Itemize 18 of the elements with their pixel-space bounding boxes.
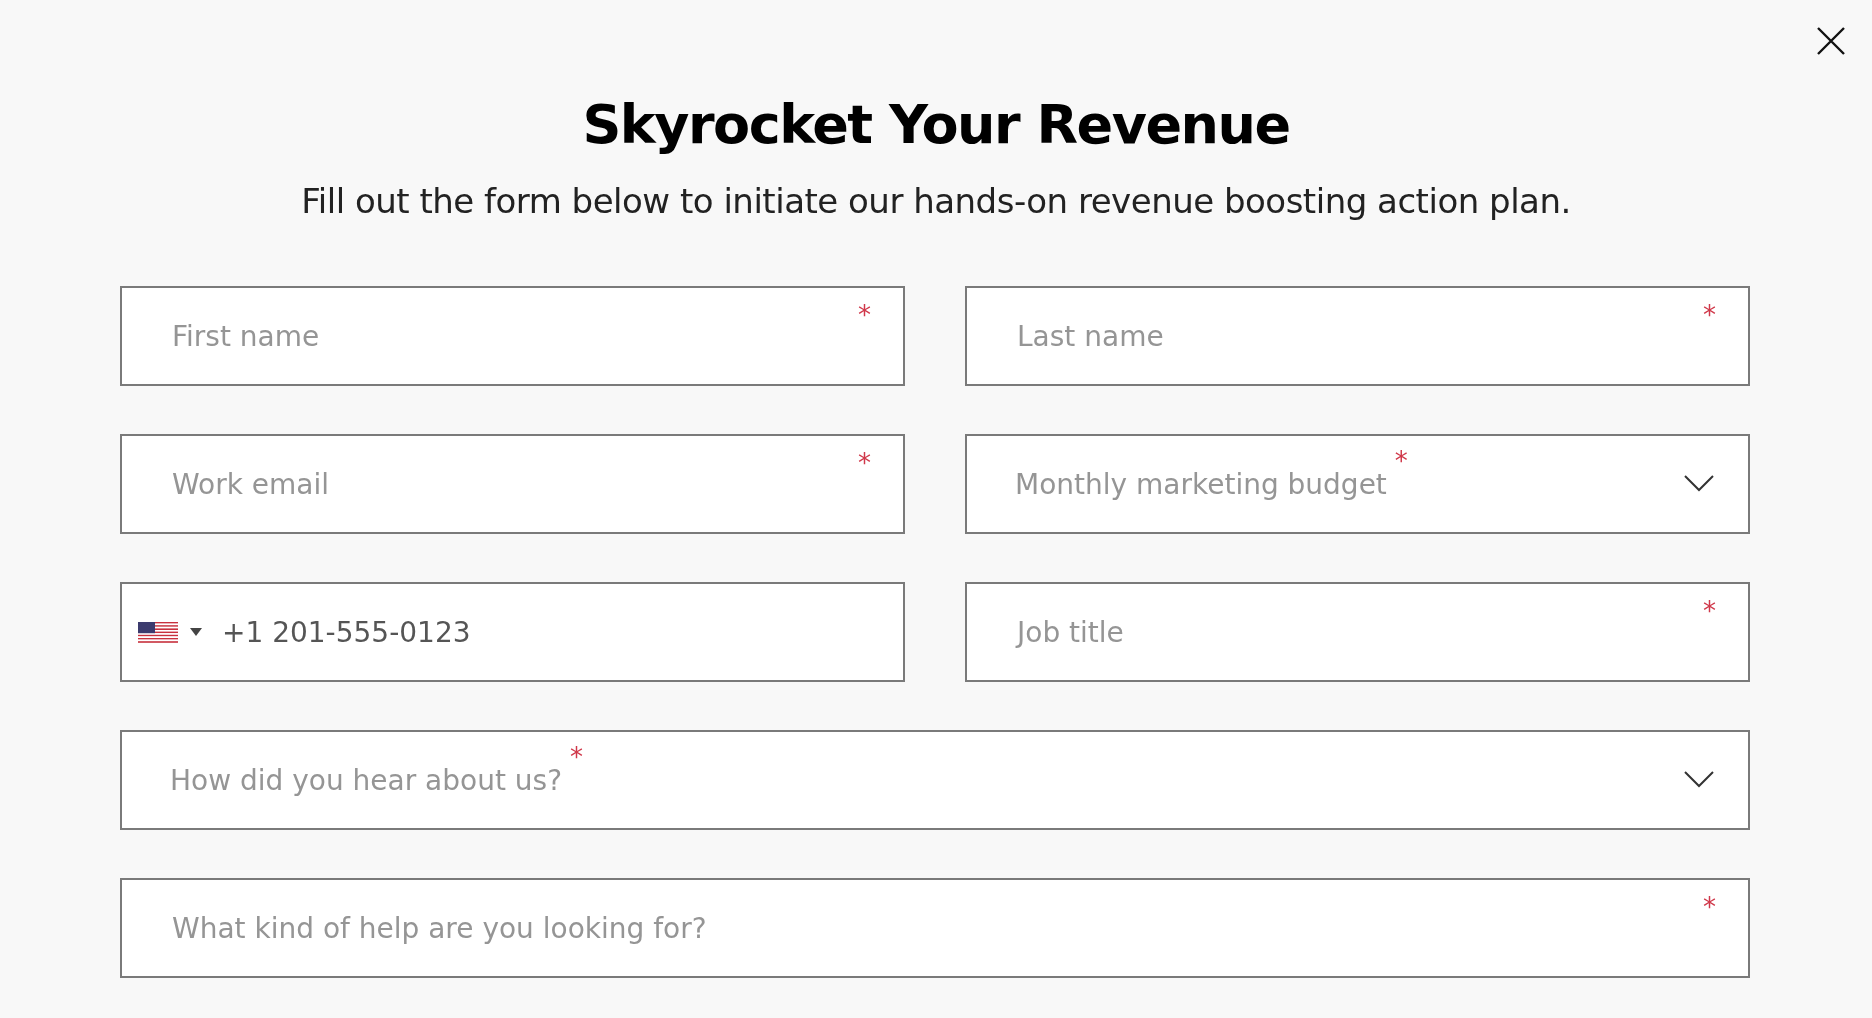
dialog-title: Skyrocket Your Revenue xyxy=(582,92,1290,158)
required-mark: * xyxy=(1703,892,1716,922)
required-mark: * xyxy=(1703,596,1716,626)
required-mark: * xyxy=(858,448,871,478)
chevron-down-icon xyxy=(1684,475,1714,493)
required-mark: * xyxy=(858,300,871,330)
dialog-subtitle: Fill out the form below to initiate our hands-on revenue boosting action plan. xyxy=(301,180,1571,222)
country-picker[interactable] xyxy=(138,621,202,643)
phone-number-input[interactable]: +1 201-555-0123 xyxy=(222,615,903,649)
required-mark: * xyxy=(570,742,583,772)
dropdown-field[interactable]: Monthly marketing budget * xyxy=(965,434,1750,534)
required-mark: * xyxy=(1394,446,1408,476)
chevron-down-icon xyxy=(1684,771,1714,789)
flag-icon xyxy=(138,621,178,643)
caret-icon xyxy=(190,628,202,636)
dropdown-field[interactable]: How did you hear about us? * xyxy=(120,730,1750,830)
required-mark: * xyxy=(1703,300,1716,330)
phone-field[interactable]: +1 201-555-0123 xyxy=(120,582,905,682)
